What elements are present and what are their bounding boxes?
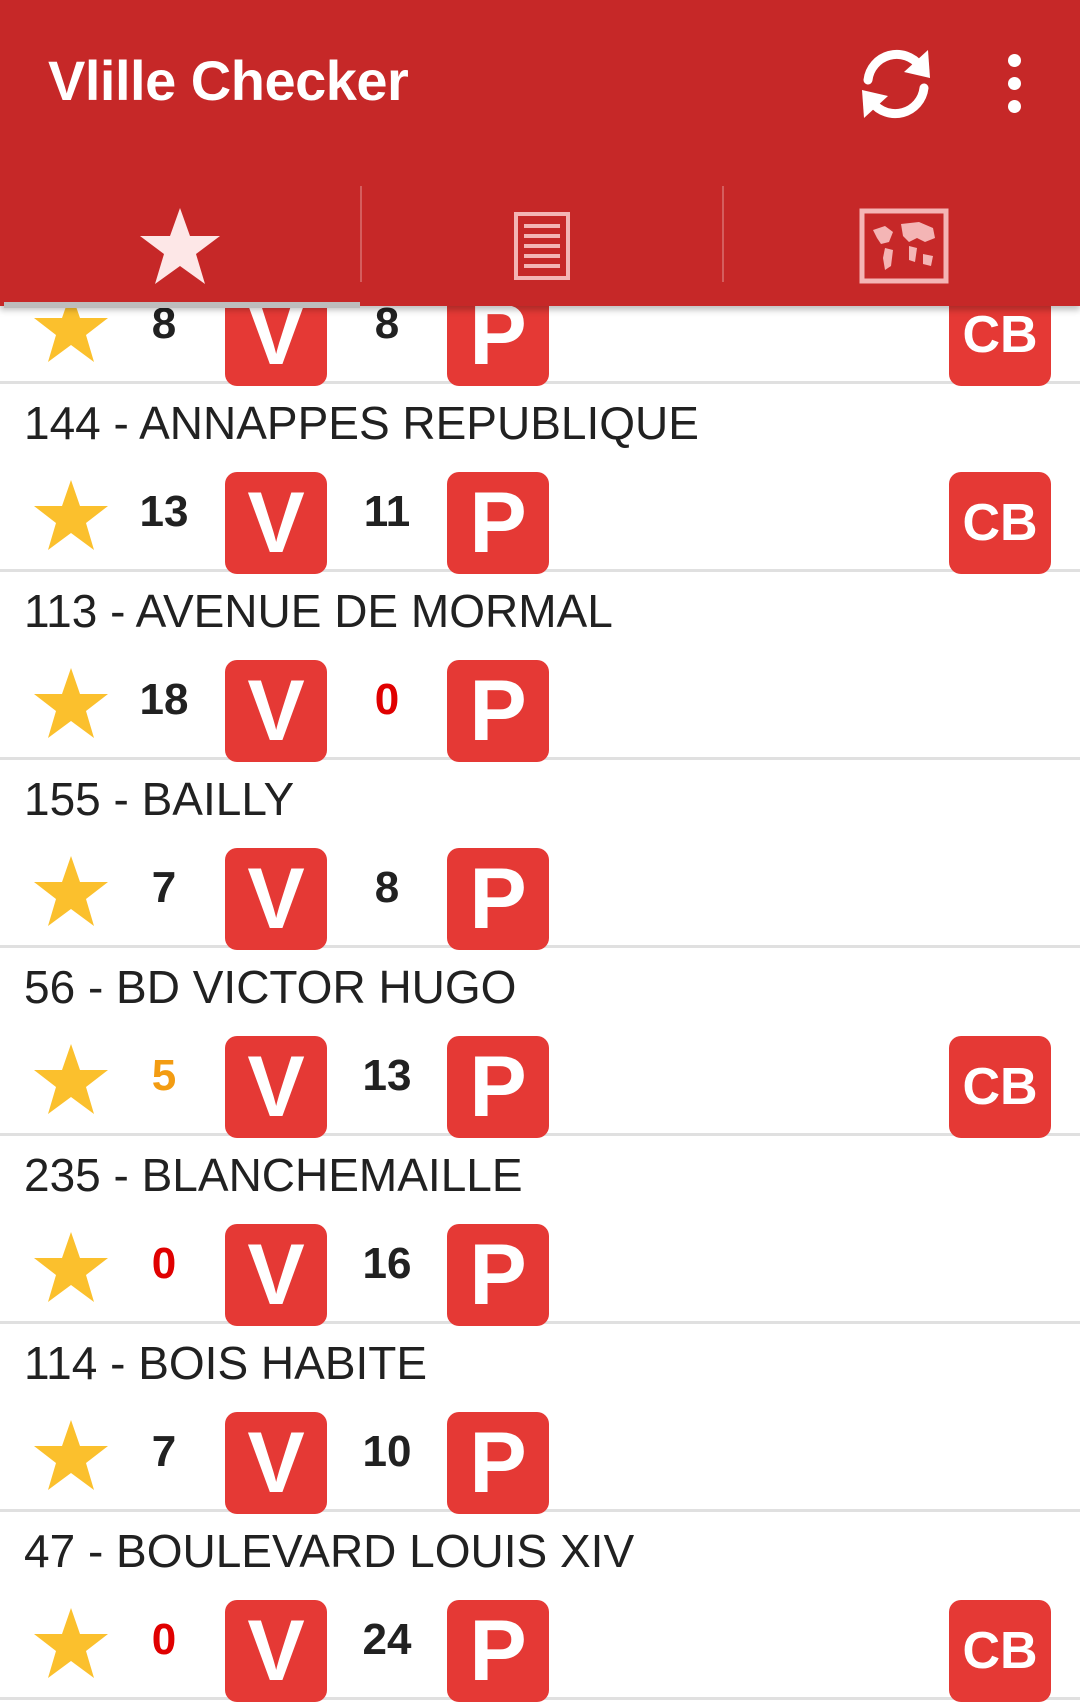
stands-count: 13 [362,1051,412,1100]
station-row[interactable]: 144 - ANNAPPES REPUBLIQUE 13 V 11 P CB [0,384,1080,574]
bikes-count: 0 [151,1239,177,1288]
station-row[interactable]: 113 - AVENUE DE MORMAL 18 V 0 P [0,572,1080,762]
station-row[interactable]: 155 - BAILLY 7 V 8 P [0,760,1080,950]
map-icon [859,208,949,284]
tab-favorites[interactable] [0,186,360,306]
favorite-star-icon[interactable] [32,478,110,552]
station-name: 144 - ANNAPPES REPUBLIQUE [24,397,699,449]
bikes-count: 7 [151,1427,177,1476]
tab-bar [0,186,1080,306]
bikes-tile: V [225,1036,327,1138]
bikes-count: 5 [151,1051,177,1100]
list-icon [514,212,570,280]
station-name: 155 - BAILLY [24,773,295,825]
bikes-tile: V [225,472,327,574]
stands-count: 0 [374,675,400,724]
tab-map[interactable] [724,186,1080,306]
station-name: 235 - BLANCHEMAILLE [24,1149,523,1201]
stands-count: 8 [374,863,400,912]
app-bar: Vlille Checker [0,0,1080,306]
bikes-tile: V [225,848,327,950]
station-row[interactable]: 56 - BD VICTOR HUGO 5 V 13 P CB [0,948,1080,1138]
bikes-count: 0 [151,1615,177,1664]
stands-count: 16 [362,1239,412,1288]
favorite-star-icon[interactable] [32,1042,110,1116]
overflow-menu-icon[interactable] [990,46,1038,122]
bikes-tile: V [225,1600,327,1702]
stands-tile: P [447,472,549,574]
bikes-count: 13 [139,487,189,536]
tab-list[interactable] [362,186,722,306]
stands-tile: P [447,1412,549,1514]
stands-tile: P [447,660,549,762]
bikes-tile: V [225,1224,327,1326]
bikes-count: 7 [151,863,177,912]
stands-tile: P [447,1224,549,1326]
stands-tile: P [447,1036,549,1138]
favorite-star-icon[interactable] [32,1230,110,1304]
station-row[interactable]: 235 - BLANCHEMAILLE 0 V 16 P [0,1136,1080,1326]
tab-indicator [4,302,360,308]
stands-count: 24 [362,1615,412,1664]
stands-count: 10 [362,1427,412,1476]
stands-tile: P [447,848,549,950]
bikes-tile: V [225,660,327,762]
station-name: 47 - BOULEVARD LOUIS XIV [24,1525,635,1577]
card-payment-badge: CB [949,1036,1051,1138]
station-row[interactable]: 114 - BOIS HABITE 7 V 10 P [0,1324,1080,1514]
star-icon [140,208,220,284]
favorite-star-icon[interactable] [32,1606,110,1680]
favorite-star-icon[interactable] [32,666,110,740]
bikes-tile: V [225,1412,327,1514]
station-row[interactable]: 47 - BOULEVARD LOUIS XIV 0 V 24 P CB [0,1512,1080,1702]
app-title: Vlille Checker [48,49,409,112]
card-payment-badge: CB [949,1600,1051,1702]
station-name: 114 - BOIS HABITE [24,1337,428,1389]
refresh-icon[interactable] [848,36,944,132]
station-name: 56 - BD VICTOR HUGO [24,961,517,1013]
stands-count: 11 [363,487,411,536]
card-payment-badge: CB [949,472,1051,574]
favorite-star-icon[interactable] [32,854,110,928]
bikes-count: 18 [139,675,189,724]
station-name: 113 - AVENUE DE MORMAL [24,585,613,637]
favorite-star-icon[interactable] [32,1418,110,1492]
stands-tile: P [447,1600,549,1702]
